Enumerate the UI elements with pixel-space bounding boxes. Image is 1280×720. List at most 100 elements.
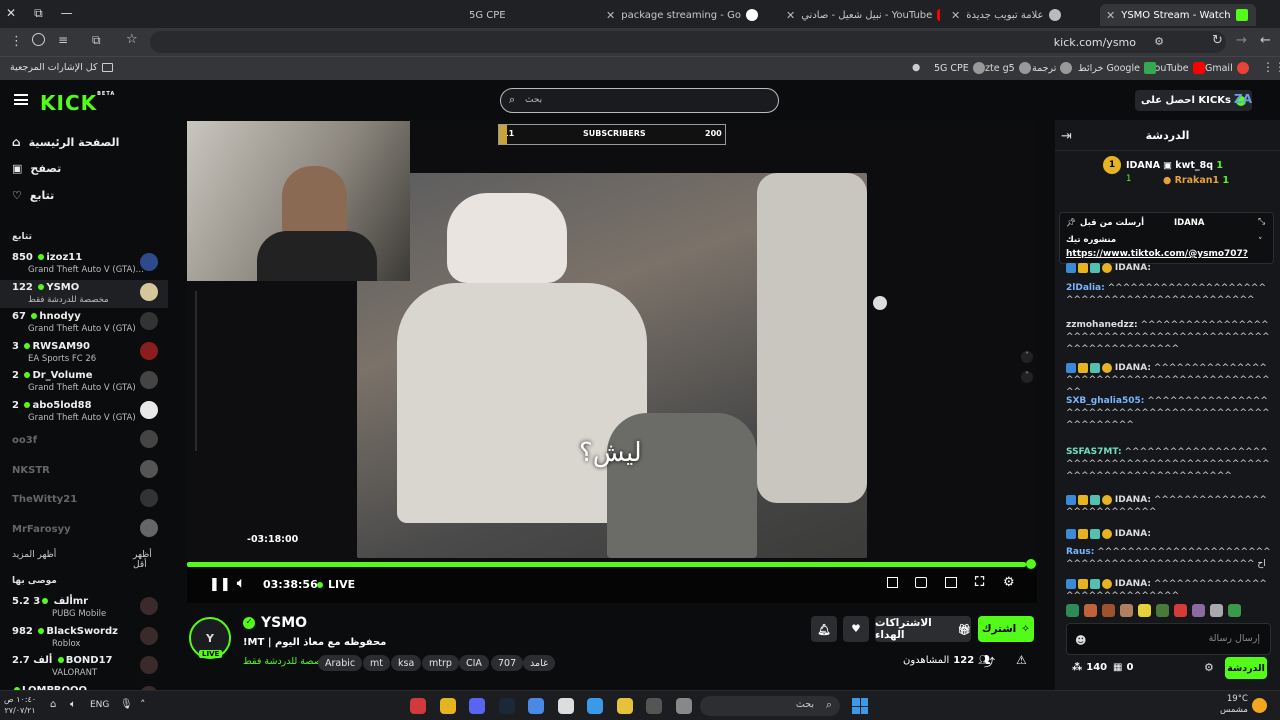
- chat-username[interactable]: SSFAS7MT:: [1066, 447, 1122, 457]
- bookmark-5g-cpe[interactable]: 5G CPE: [934, 62, 985, 74]
- theater-mode-icon[interactable]: [945, 577, 957, 588]
- sidebar-channel[interactable]: 850 izoz11 Grand Theft Auto V (GTA)...: [0, 250, 168, 278]
- forward-icon[interactable]: →: [1236, 33, 1247, 48]
- menu-dots-icon[interactable]: ⋮: [10, 34, 23, 49]
- url-input[interactable]: kick.com/ysmo ⚙: [150, 31, 1226, 53]
- live-indicator[interactable]: LIVE: [315, 578, 355, 591]
- language-indicator[interactable]: ENG: [90, 700, 109, 710]
- network-icon[interactable]: ⌂: [50, 699, 56, 710]
- nav-home[interactable]: ⌂ الصفحة الرئيسية: [12, 135, 119, 149]
- search-input[interactable]: ⌕ بحث: [500, 88, 779, 113]
- recommended-channel[interactable]: 2.7 ألف BOND17 VALORANT: [0, 653, 168, 681]
- collapse-pin-icon[interactable]: ⤡: [1258, 217, 1265, 227]
- tag-chip[interactable]: Arabic: [318, 655, 363, 671]
- chat-username[interactable]: zzmohanedzz:: [1066, 320, 1138, 330]
- bookmark-star-icon[interactable]: ☆: [126, 32, 138, 47]
- tab-youtube[interactable]: ✕ نبيل شعيل - صادني - YouTube: [780, 4, 940, 26]
- recommended-channel[interactable]: 5.2 ألف 3mr PUBG Mobile: [0, 594, 168, 622]
- subscribe-button[interactable]: اشترك ✧: [978, 616, 1034, 642]
- recording-app-icon[interactable]: [410, 698, 426, 714]
- close-tab-icon[interactable]: ✕: [606, 9, 615, 22]
- bookmark-translate[interactable]: ترجمة: [1032, 62, 1073, 74]
- clock[interactable]: ١٠:٤٠ ص ٢٧/٠٧/٢١: [4, 694, 36, 716]
- sidebar-channel[interactable]: 67 hnodyy Grand Theft Auto V (GTA): [0, 309, 168, 337]
- extensions-icon[interactable]: ⧉: [92, 33, 101, 48]
- media-player-icon[interactable]: [646, 698, 662, 714]
- close-tab-icon[interactable]: ✕: [786, 9, 795, 22]
- leaderboard-entry[interactable]: ▣ kwt_8q 1: [1163, 160, 1223, 171]
- steam-icon[interactable]: [498, 698, 515, 714]
- tag-chip[interactable]: mtrp: [422, 655, 459, 671]
- seek-handle[interactable]: [1026, 559, 1036, 569]
- pip-icon[interactable]: [887, 577, 898, 588]
- pinned-link[interactable]: https://www.tiktok.com/@ysmo707?: [1066, 249, 1248, 259]
- user-avatar[interactable]: ZA: [1234, 92, 1252, 106]
- chrome-icon[interactable]: [528, 698, 544, 714]
- sidebar-channel[interactable]: oo3f: [0, 427, 168, 455]
- maximize-window-icon[interactable]: ⧉: [34, 6, 43, 21]
- emote-icon[interactable]: [1120, 604, 1133, 617]
- channel-name[interactable]: YSMO: [261, 615, 307, 631]
- close-window-icon[interactable]: ✕: [6, 6, 16, 21]
- chat-username[interactable]: IDANA:: [1115, 263, 1151, 273]
- reload-icon[interactable]: ↻: [1212, 33, 1223, 48]
- profile-icon[interactable]: [32, 33, 45, 46]
- reading-list-icon[interactable]: ≡: [58, 33, 68, 47]
- gift-count[interactable]: ▦ 0: [1113, 662, 1133, 673]
- show-less-link[interactable]: أظهر أقل: [133, 550, 168, 570]
- globe-icon[interactable]: ●: [912, 62, 920, 73]
- hamburger-menu-icon[interactable]: [14, 94, 28, 105]
- sidebar-channel[interactable]: TheWitty21: [0, 486, 168, 514]
- site-settings-icon[interactable]: ⚙: [1154, 35, 1164, 48]
- chat-username[interactable]: Raus:: [1066, 547, 1094, 557]
- tag-chip[interactable]: غامد: [523, 655, 555, 671]
- file-explorer-icon[interactable]: [616, 698, 633, 714]
- chevron-down-icon[interactable]: ˅: [1258, 237, 1263, 247]
- send-chat-button[interactable]: الدردشة: [1225, 657, 1267, 679]
- tag-chip[interactable]: 707: [491, 655, 524, 671]
- sidebar-channel[interactable]: 2 Dr_Volume Grand Theft Auto V (GTA): [0, 368, 168, 396]
- kick-logo[interactable]: KICKBETA: [40, 91, 115, 115]
- share-icon[interactable]: ⤴: [984, 654, 995, 670]
- speaker-icon[interactable]: 🔈︎: [70, 699, 76, 710]
- settings-gear-icon[interactable]: ⚙: [1003, 575, 1015, 590]
- tab-ysmo-stream[interactable]: ✕ YSMO Stream - Watch Live: [1100, 4, 1256, 26]
- chat-settings-icon[interactable]: ⚙: [1204, 661, 1214, 674]
- chat-username[interactable]: 2lDalia:: [1066, 283, 1105, 293]
- volume-icon[interactable]: 🔈︎: [237, 576, 245, 591]
- sidebar-channel[interactable]: NKSTR: [0, 457, 168, 485]
- emoji-icon[interactable]: ☻: [1075, 634, 1086, 647]
- chat-username[interactable]: IDANA:: [1115, 495, 1151, 505]
- chat-username[interactable]: IDANA:: [1115, 529, 1151, 539]
- chevron-up-icon[interactable]: ˄: [140, 698, 146, 711]
- clip-icon[interactable]: [915, 577, 927, 588]
- chevron-down-icon[interactable]: ˅: [1021, 371, 1033, 383]
- tag-chip[interactable]: ksa: [391, 655, 422, 671]
- emote-icon[interactable]: [1156, 604, 1169, 617]
- emote-icon[interactable]: [1084, 604, 1097, 617]
- show-more-link[interactable]: أظهر المزيد: [12, 550, 56, 560]
- emote-icon[interactable]: [1192, 604, 1205, 617]
- report-icon[interactable]: ⚠: [1016, 653, 1027, 667]
- nav-browse[interactable]: ▣ تصفح: [12, 162, 61, 175]
- tab-new-tab[interactable]: ✕ علامة تبويب جديدة: [945, 4, 1095, 26]
- emote-icon[interactable]: [1228, 604, 1241, 617]
- mic-icon[interactable]: 🎙︎: [120, 699, 133, 710]
- back-icon[interactable]: ←: [1260, 33, 1271, 48]
- settings-app-icon[interactable]: [557, 698, 574, 714]
- fullscreen-icon[interactable]: ⛶: [975, 575, 984, 590]
- chevron-up-icon[interactable]: ˄: [1021, 351, 1033, 363]
- tab-google-search[interactable]: ✕ package streaming - Google Se: [600, 4, 780, 26]
- weather-widget[interactable]: 19°C مشمس: [1220, 694, 1248, 716]
- bookmark-youtube[interactable]: YouTube: [1150, 62, 1205, 74]
- chat-input[interactable]: ☻ إرسال رسالة: [1066, 623, 1271, 655]
- chat-username[interactable]: SXB_ghalia505:: [1066, 396, 1144, 406]
- sidebar-channel[interactable]: 2 abo5lod88 Grand Theft Auto V (GTA): [0, 398, 168, 426]
- chat-username[interactable]: IDANA:: [1115, 363, 1151, 373]
- emote-icon[interactable]: [1102, 604, 1115, 617]
- notifications-button[interactable]: 🔔︎: [811, 616, 837, 642]
- sidebar-channel[interactable]: 3 RWSAM90 EA Sports FC 26: [0, 339, 168, 367]
- emote-icon[interactable]: [1174, 604, 1187, 617]
- bookmark-zte[interactable]: zte g5: [985, 62, 1031, 74]
- emote-icon[interactable]: [1210, 604, 1223, 617]
